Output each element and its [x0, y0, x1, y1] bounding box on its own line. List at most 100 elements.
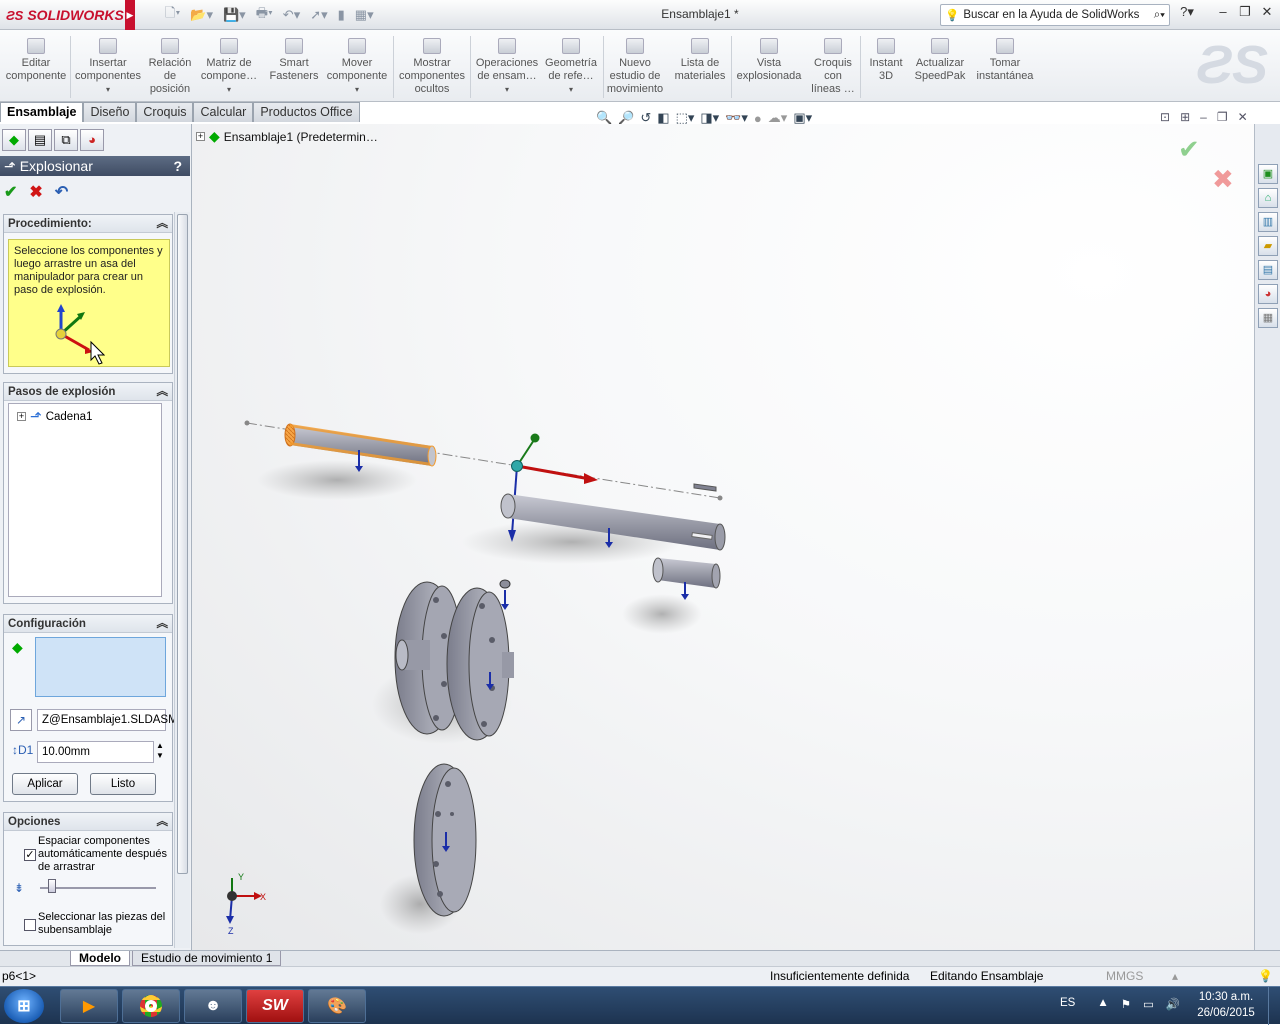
home-icon[interactable]: ⌂	[1258, 188, 1278, 208]
show-desktop-button[interactable]	[1268, 987, 1280, 1025]
new-motion-study-button[interactable]: Nuevo estudio de movimiento	[604, 38, 666, 96]
design-library-icon[interactable]: ▥	[1258, 212, 1278, 232]
undo-icon[interactable]: ↶	[55, 182, 68, 202]
spacing-slider-thumb[interactable]	[48, 879, 56, 893]
media-player-icon[interactable]: ▶	[60, 989, 118, 1023]
insert-components-button[interactable]: Insertar componentes ▾	[72, 38, 144, 96]
minimize-icon[interactable]: –	[1212, 4, 1234, 24]
bill-of-materials-button[interactable]: Lista de materiales	[670, 38, 730, 83]
tab-ensamblaje[interactable]: Ensamblaje	[0, 102, 84, 122]
restore-icon[interactable]: ❐	[1234, 4, 1256, 24]
tab-diseno[interactable]: Diseño	[83, 102, 137, 122]
assembly-features-button[interactable]: Operaciones de ensam… ▾	[472, 38, 542, 96]
done-button[interactable]: Listo	[90, 773, 156, 795]
solidworks-resources-icon[interactable]: ▣	[1258, 164, 1278, 184]
mate-button[interactable]: Relación de posición	[144, 38, 196, 96]
auto-space-checkbox[interactable]: ✓	[24, 849, 36, 861]
undo-icon[interactable]: ↶▾	[283, 7, 300, 23]
spacing-slider-track[interactable]	[40, 887, 156, 889]
viewport-close-icon[interactable]: ✕	[1238, 110, 1248, 124]
viewport-link-icon[interactable]: ⊞	[1180, 110, 1190, 124]
app-avatar-icon[interactable]: ☻	[184, 989, 242, 1023]
configuration-manager-tab-icon[interactable]: ⧉	[54, 129, 78, 151]
search-icon[interactable]: ⌕▾	[1154, 9, 1165, 22]
paint-icon[interactable]: 🎨	[308, 989, 366, 1023]
chrome-icon[interactable]	[122, 989, 180, 1023]
list-item[interactable]: + ⬏ Cadena1	[17, 408, 92, 425]
tab-estudio-movimiento[interactable]: Estudio de movimiento 1	[132, 951, 282, 966]
graphics-area[interactable]: Y X Z ✔ ✖	[192, 124, 1254, 950]
distance-spinner[interactable]: ▲ ▼	[156, 741, 164, 761]
collapse-icon[interactable]: ︽	[157, 383, 169, 400]
show-hidden-icons-icon[interactable]: ▲	[1097, 997, 1108, 1011]
show-hidden-components-button[interactable]: Mostrar componentes ocultos	[396, 38, 468, 96]
new-icon[interactable]: 🗋▾	[165, 4, 180, 26]
exploded-view-button[interactable]: Vista explosionada	[732, 38, 806, 83]
close-icon[interactable]: ✕	[1256, 4, 1278, 24]
menu-flyout-arrow-icon[interactable]: ▶	[125, 0, 135, 30]
scrollbar-thumb[interactable]	[177, 214, 188, 874]
instant-3d-button[interactable]: Instant 3D	[862, 38, 910, 83]
appearances-icon[interactable]: ◕	[1258, 284, 1278, 304]
reference-geometry-button[interactable]: Geometría de refe… ▾	[542, 38, 600, 96]
confirmation-ok-icon[interactable]: ✔	[1178, 134, 1200, 165]
expand-plus-icon[interactable]: +	[17, 412, 26, 421]
options-icon[interactable]: ▦▾	[355, 7, 374, 23]
apply-button[interactable]: Aplicar	[12, 773, 78, 795]
volume-icon[interactable]: 🔊	[1166, 997, 1180, 1011]
explode-steps-list[interactable]: + ⬏ Cadena1	[8, 403, 162, 597]
viewport-minimize-icon[interactable]: –	[1200, 110, 1207, 124]
component-pattern-button[interactable]: Matriz de compone… ▾	[198, 38, 260, 96]
network-error-icon[interactable]: ⚑	[1121, 997, 1131, 1011]
explode-direction-field[interactable]: Z@Ensamblaje1.SLDASM	[37, 709, 178, 731]
configuration-header[interactable]: Configuración ︽	[4, 615, 172, 633]
component-selection-box[interactable]	[35, 637, 166, 697]
units-dropdown-icon[interactable]: ▴	[1172, 967, 1178, 986]
smart-fasteners-button[interactable]: Smart Fasteners	[264, 38, 324, 83]
sleeve-part[interactable]	[652, 557, 721, 600]
rebuild-notification-icon[interactable]: 💡	[1258, 967, 1273, 986]
viewport-split-icon[interactable]: ⊡	[1160, 110, 1170, 124]
key-part[interactable]	[693, 483, 717, 492]
procedure-header[interactable]: Procedimiento: ︽	[4, 215, 172, 233]
file-explorer-icon[interactable]: ▰	[1258, 236, 1278, 256]
save-icon[interactable]: 💾▾	[223, 7, 246, 23]
rebuild-icon[interactable]: ▮	[338, 7, 345, 23]
solidworks-logo[interactable]: ƧS SOLIDWORKS	[0, 0, 124, 30]
tab-calcular[interactable]: Calcular	[193, 102, 254, 122]
collapse-icon[interactable]: ︽	[157, 615, 169, 632]
update-speedpak-button[interactable]: Actualizar SpeedPak	[910, 38, 970, 83]
property-manager-tab-icon[interactable]: ▤	[28, 129, 52, 151]
edit-component-button[interactable]: Editar componente	[4, 38, 68, 83]
display-manager-tab-icon[interactable]: ◕	[80, 129, 104, 151]
help-search-field[interactable]: 💡 Buscar en la Ayuda de SolidWorks ⌕▾	[940, 4, 1170, 26]
help-icon[interactable]: ?	[173, 158, 190, 174]
take-snapshot-button[interactable]: Tomar instantánea	[972, 38, 1038, 83]
select-icon[interactable]: ➚▾	[310, 7, 327, 23]
explode-steps-header[interactable]: Pasos de explosión ︽	[4, 383, 172, 401]
tab-modelo[interactable]: Modelo	[70, 951, 130, 966]
cancel-x-icon[interactable]: ✖	[29, 182, 42, 202]
confirmation-cancel-icon[interactable]: ✖	[1212, 164, 1234, 195]
assembly-model-view[interactable]: Y X Z	[192, 124, 1254, 950]
feature-tree-flyout[interactable]: + ◆ Ensamblaje1 (Predetermin…	[196, 128, 378, 145]
options-header[interactable]: Opciones ︽	[4, 813, 172, 831]
explode-distance-field[interactable]: 10.00mm	[37, 741, 154, 763]
collapse-icon[interactable]: ︽	[157, 813, 169, 830]
feature-manager-tab-icon[interactable]: ◆	[2, 129, 26, 151]
tab-croquis[interactable]: Croquis	[136, 102, 194, 122]
pm-scrollbar[interactable]	[174, 212, 190, 948]
clock[interactable]: 10:30 a.m. 26/06/2015	[1188, 989, 1264, 1023]
viewport-restore-icon[interactable]: ❐	[1217, 110, 1228, 124]
start-button-icon[interactable]: ⊞	[4, 989, 44, 1023]
ok-check-icon[interactable]: ✔	[4, 182, 17, 202]
reverse-direction-icon[interactable]: ↗	[10, 709, 32, 731]
explode-line-sketch-button[interactable]: Croquis con líneas …	[808, 38, 858, 96]
help-menu-icon[interactable]: ?▾	[1176, 4, 1198, 24]
solidworks-taskbar-icon[interactable]: SW	[246, 989, 304, 1023]
select-subassembly-parts-checkbox[interactable]	[24, 919, 36, 931]
wheel-part[interactable]	[413, 763, 477, 917]
expand-plus-icon[interactable]: +	[196, 132, 205, 141]
open-icon[interactable]: 📂▾	[190, 7, 213, 23]
status-units[interactable]: MMGS	[1106, 967, 1143, 986]
